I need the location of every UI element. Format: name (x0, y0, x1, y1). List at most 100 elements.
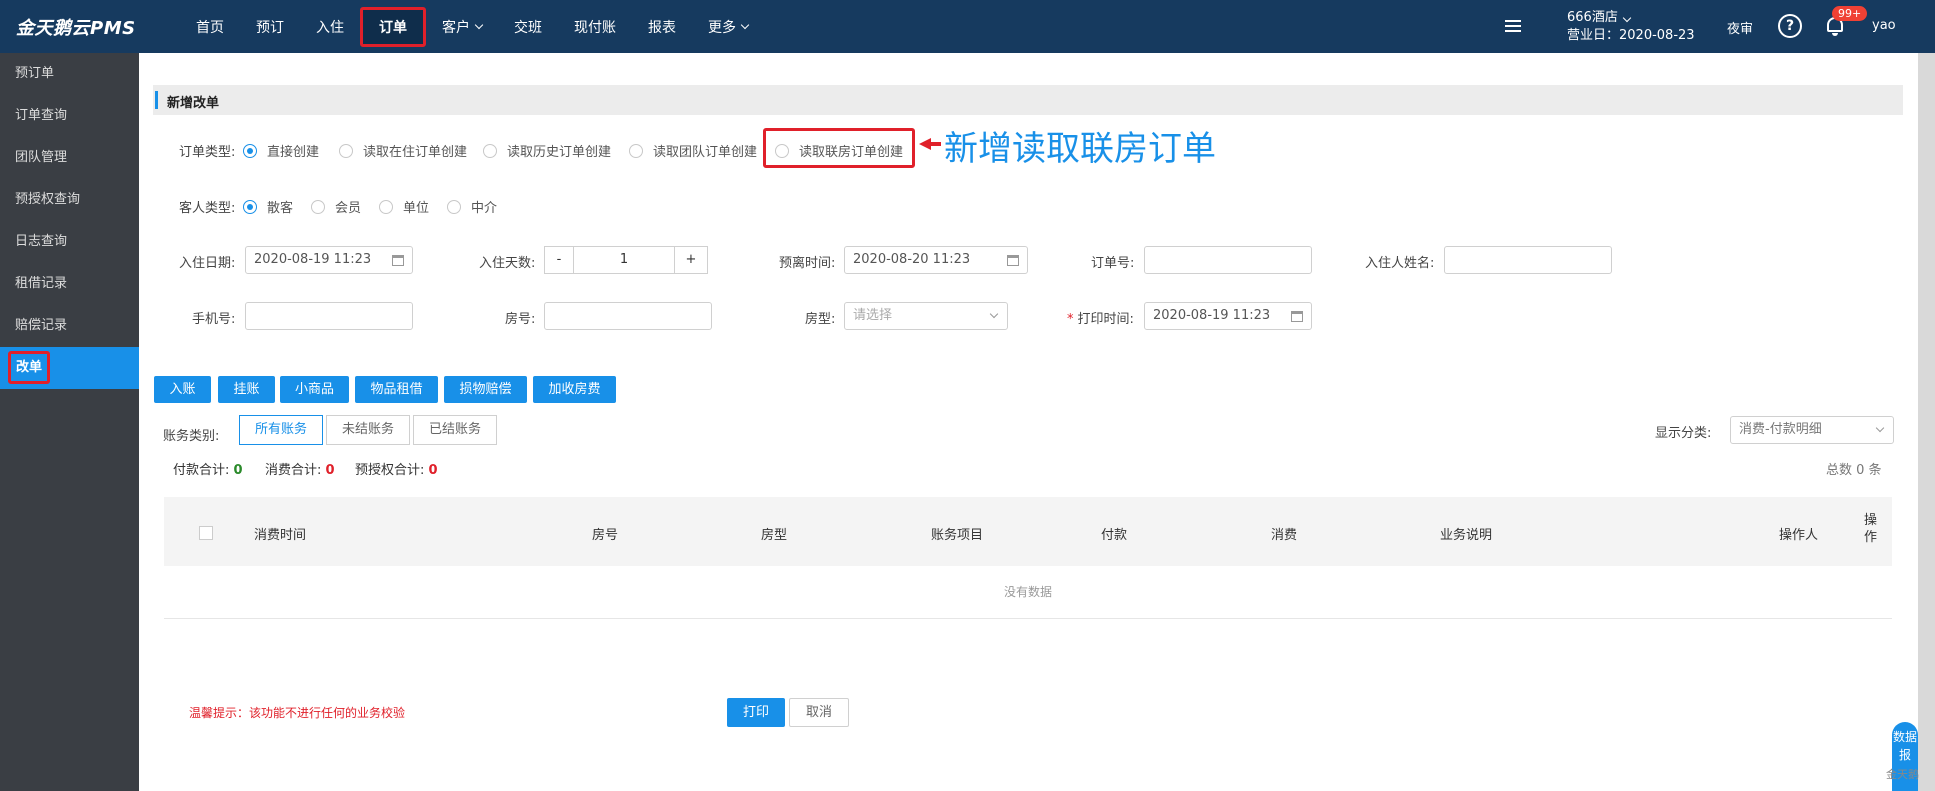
page-title: 新增改单 (167, 96, 220, 111)
order-number-input[interactable] (1144, 246, 1312, 274)
nav-reports[interactable]: 报表 (632, 7, 692, 47)
radio-label: 中介 (471, 201, 498, 216)
phone-input[interactable] (245, 302, 413, 330)
nav-shift[interactable]: 交班 (498, 7, 558, 47)
nav-label: 首页 (196, 19, 224, 36)
tab-unsettled-accounts[interactable]: 未结账务 (326, 415, 410, 445)
credit-charge-button[interactable]: 挂账 (218, 376, 275, 403)
nav-booking[interactable]: 预订 (240, 7, 300, 47)
column-header: 房型 (761, 528, 788, 543)
section-accent-bar (155, 91, 158, 109)
display-category-label: 显示分类: (1655, 426, 1712, 441)
payment-total: 付款合计: 0 (173, 459, 243, 478)
nav-customers[interactable]: 客户 (426, 7, 498, 47)
business-day: 营业日：2020-08-23 (1567, 28, 1695, 43)
annotation-callout: 新增读取联房订单 (944, 129, 1216, 169)
section-header: 新增改单 (153, 85, 1903, 115)
radio-company[interactable]: 单位 (379, 197, 429, 216)
select-value: 消费-付款明细 (1739, 422, 1822, 437)
stay-days-label: 入住天数: (479, 256, 536, 271)
post-charge-button[interactable]: 入账 (154, 376, 211, 403)
display-category-select[interactable]: 消费-付款明细 (1730, 416, 1894, 444)
radio-agent[interactable]: 中介 (447, 197, 497, 216)
item-rental-button[interactable]: 物品租借 (355, 376, 438, 403)
order-number-label: 订单号: (1091, 256, 1135, 271)
room-number-label: 房号: (505, 312, 536, 327)
select-all-checkbox[interactable] (199, 526, 213, 540)
damage-compensation-button[interactable]: 损物赔偿 (444, 376, 527, 403)
total-count: 总数 0 条 (1826, 463, 1882, 478)
main-nav: 首页 预订 入住 订单 客户 交班 现付账 报表 更多 (180, 0, 764, 53)
radio-walk-in[interactable]: 散客 (243, 197, 293, 216)
top-navbar: 金天鹅云PMS 首页 预订 入住 订单 客户 交班 现付账 报表 更多 666酒… (0, 0, 1935, 53)
extra-room-charge-button[interactable]: 加收房费 (533, 376, 616, 403)
required-mark: * (1067, 312, 1074, 327)
hotel-selector[interactable]: 666酒店 营业日：2020-08-23 (1567, 9, 1695, 45)
radio-dot (483, 143, 497, 158)
sum-value: 0 (233, 463, 243, 478)
sum-label: 消费合计: (265, 463, 322, 478)
brand-logo[interactable]: 金天鹅云PMS (16, 14, 136, 40)
help-icon[interactable]: ? (1778, 14, 1802, 38)
hotel-name: 666酒店 (1567, 10, 1618, 25)
sidebar-item-log-query[interactable]: 日志查询 (0, 221, 139, 263)
sidebar-item-rental-records[interactable]: 租借记录 (0, 263, 139, 305)
nav-checkin[interactable]: 入住 (300, 7, 360, 47)
watermark: 金天鹅 (1886, 768, 1919, 781)
nav-more[interactable]: 更多 (692, 7, 764, 47)
user-name[interactable]: yao (1872, 18, 1896, 33)
account-category-label: 账务类别: (163, 429, 220, 444)
sidebar-item-compensation-records[interactable]: 赔偿记录 (0, 305, 139, 347)
nav-label: 客户 (442, 19, 470, 36)
tab-all-accounts[interactable]: 所有账务 (239, 415, 323, 445)
calendar-icon (392, 255, 404, 266)
nav-orders[interactable]: 订单 (360, 6, 426, 47)
night-audit-button[interactable]: 夜审 (1727, 18, 1753, 37)
list-menu-icon[interactable] (1505, 20, 1521, 33)
checkin-date-input[interactable]: 2020-08-19 11:23 (245, 246, 413, 274)
depart-time-input[interactable]: 2020-08-20 11:23 (844, 246, 1028, 274)
radio-direct-create[interactable]: 直接创建 (243, 141, 319, 160)
sidebar-item-preauth-query[interactable]: 预授权查询 (0, 179, 139, 221)
radio-dot (339, 143, 353, 158)
radio-read-history-order[interactable]: 读取历史订单创建 (483, 141, 611, 160)
guest-name-input[interactable] (1444, 246, 1612, 274)
sidebar-item-label: 订单查询 (15, 108, 68, 123)
radio-member[interactable]: 会员 (311, 197, 361, 216)
radio-read-group-order[interactable]: 读取团队订单创建 (629, 141, 757, 160)
sidebar-item-label: 预授权查询 (15, 192, 81, 207)
nav-label: 更多 (708, 19, 736, 36)
sidebar-item-order-query[interactable]: 订单查询 (0, 95, 139, 137)
radio-dot (243, 143, 257, 158)
checkin-date-label: 入住日期: (179, 256, 236, 271)
sum-value: 0 (428, 463, 438, 478)
notification-badge: 99+ (1832, 6, 1868, 21)
sidebar-item-modify-order[interactable]: 改单 (0, 347, 139, 389)
minibar-button[interactable]: 小商品 (280, 376, 349, 403)
print-time-input[interactable]: 2020-08-19 11:23 (1144, 302, 1312, 330)
cancel-button[interactable]: 取消 (789, 698, 849, 727)
sidebar-item-reservations[interactable]: 预订单 (0, 53, 139, 95)
nav-home[interactable]: 首页 (180, 7, 240, 47)
radio-dot (629, 143, 643, 158)
depart-time-label: 预离时间: (779, 256, 836, 271)
guest-name-label: 入住人姓名: (1365, 256, 1435, 271)
radio-label: 读取在住订单创建 (363, 145, 468, 160)
input-value: 2020-08-20 11:23 (853, 252, 971, 267)
increment-button[interactable]: + (674, 246, 708, 274)
radio-label: 单位 (403, 201, 430, 216)
room-number-input[interactable] (544, 302, 712, 330)
decrement-button[interactable]: - (544, 246, 574, 274)
tab-settled-accounts[interactable]: 已结账务 (413, 415, 497, 445)
chevron-down-icon (1622, 13, 1632, 23)
room-type-select[interactable]: 请选择 (844, 302, 1008, 330)
sidebar-item-label: 预订单 (15, 66, 55, 81)
nav-label: 订单 (379, 19, 407, 36)
sidebar-item-group-management[interactable]: 团队管理 (0, 137, 139, 179)
stay-days-input[interactable]: 1 (574, 246, 674, 274)
radio-read-inhouse-order[interactable]: 读取在住订单创建 (339, 141, 467, 160)
room-type-label: 房型: (805, 312, 836, 327)
print-button[interactable]: 打印 (727, 698, 785, 727)
phone-label: 手机号: (192, 312, 236, 327)
nav-cash-account[interactable]: 现付账 (558, 7, 632, 47)
